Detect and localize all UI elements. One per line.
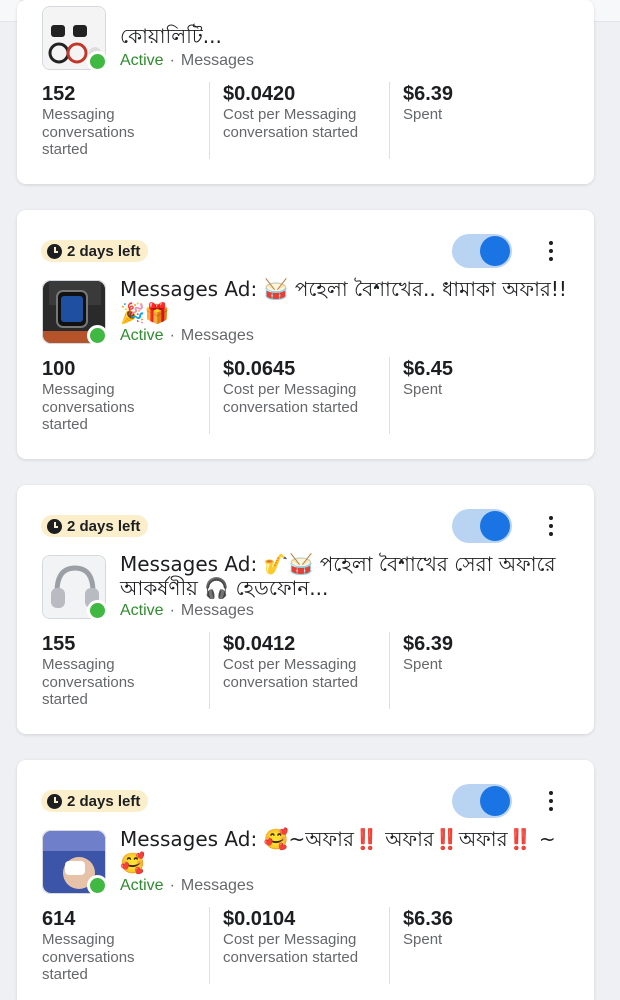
ad-toggle-switch[interactable] [452,234,512,268]
ad-type-label: Messages [180,327,254,344]
ad-status-line: Active · Messages [120,601,254,621]
active-dot-icon [87,600,108,621]
ad-thumbnail [42,830,108,896]
metric-label: Cost per Messaging conversation started [223,381,359,416]
metric-label: Cost per Messaging conversation started [223,931,359,966]
badge-label: 2 days left [67,792,141,810]
metric-value: $6.45 [403,358,454,380]
more-vertical-icon[interactable] [543,513,559,539]
clock-icon [47,243,62,259]
active-dot-icon [87,875,108,896]
metric-value: $0.0420 [223,83,296,105]
more-vertical-icon[interactable] [543,788,559,814]
metrics-row: 152 Messaging conversations started $0.0… [42,82,569,159]
metric-label: Cost per Messaging conversation started [223,656,359,691]
status-label: Active [120,877,164,894]
active-dot-icon [87,325,108,346]
metric-results: 100 Messaging conversations started [42,357,209,434]
more-vertical-icon[interactable] [543,238,559,264]
time-left-badge: 2 days left [41,240,149,262]
metric-label: Messaging conversations started [42,381,135,433]
metric-label: Messaging conversations started [42,656,135,708]
metric-value: $6.36 [403,908,454,930]
ad-type-label: Messages [180,52,254,69]
metric-cost-per-result: $0.0645 Cost per Messaging conversation … [209,357,389,434]
metrics-row: 155 Messaging conversations started $0.0… [42,632,569,709]
metric-label: Spent [403,931,443,948]
ad-thumbnail [42,555,108,621]
ad-type-label: Messages [180,602,254,619]
ad-title[interactable]: Messages Ad: 🥁 পহেলা বৈশাখের.. ধামাকা অফ… [120,277,570,325]
ad-card[interactable]: 2 days left Messages Ad: 🎷🥁 পহেলা বৈশাখে… [17,485,594,734]
metric-results: 155 Messaging conversations started [42,632,209,709]
ad-title[interactable]: Messages Ad: 🎷🥁 পহেলা বৈশাখের সেরা অফারে… [120,552,570,600]
metric-label: Cost per Messaging conversation started [223,106,359,141]
clock-icon [47,793,62,809]
metric-spent: $6.39 Spent [389,632,453,709]
metric-results: 152 Messaging conversations started [42,82,209,159]
metric-value: 614 [42,908,76,930]
ad-card[interactable]: 2 days left Messages Ad: 🥰~অফার‼️ অফার‼️… [17,760,594,1000]
time-left-badge: 2 days left [41,790,149,812]
metrics-row: 100 Messaging conversations started $0.0… [42,357,569,434]
time-left-badge: 2 days left [41,515,149,537]
metric-cost-per-result: $0.0412 Cost per Messaging conversation … [209,632,389,709]
metric-value: 155 [42,633,76,655]
metric-spent: $6.39 Spent [389,82,453,159]
metric-cost-per-result: $0.0104 Cost per Messaging conversation … [209,907,389,984]
metric-value: $6.39 [403,633,454,655]
toggle-knob [480,786,510,816]
metric-label: Spent [403,381,443,398]
separator-dot: · [169,52,175,69]
metric-spent: $6.36 Spent [389,907,453,984]
metric-label: Messaging conversations started [42,106,135,158]
clock-icon [47,518,62,534]
badge-label: 2 days left [67,242,141,260]
ad-title[interactable]: Messages Ad: 🥰~অফার‼️ অফার‼️অফার‼️ ~🥰 [120,827,570,875]
metric-spent: $6.45 Spent [389,357,453,434]
separator-dot: · [169,877,175,894]
ad-type-label: Messages [180,877,254,894]
metric-value: $6.39 [403,83,454,105]
status-label: Active [120,602,164,619]
status-label: Active [120,52,164,69]
metric-value: 152 [42,83,76,105]
status-label: Active [120,327,164,344]
ad-thumbnail [42,6,108,72]
metric-label: Spent [403,106,443,123]
toggle-knob [480,511,510,541]
metric-label: Messaging conversations started [42,931,135,983]
metrics-row: 614 Messaging conversations started $0.0… [42,907,569,984]
toggle-knob [480,236,510,266]
ad-card[interactable]: কোয়ালিটি... Active · Messages 152 Messagi… [17,0,594,184]
ad-status-line: Active · Messages [120,876,254,896]
metric-results: 614 Messaging conversations started [42,907,209,984]
active-dot-icon [87,51,108,72]
ad-status-line: Active · Messages [120,51,254,71]
separator-dot: · [169,327,175,344]
metric-cost-per-result: $0.0420 Cost per Messaging conversation … [209,82,389,159]
metric-label: Spent [403,656,443,673]
ad-status-line: Active · Messages [120,326,254,346]
ad-title[interactable]: কোয়ালিটি... [120,24,570,48]
ad-toggle-switch[interactable] [452,509,512,543]
ad-thumbnail [42,280,108,346]
metric-value: $0.0104 [223,908,296,930]
metric-value: $0.0412 [223,633,296,655]
ad-toggle-switch[interactable] [452,784,512,818]
badge-label: 2 days left [67,517,141,535]
ad-card[interactable]: 2 days left Messages Ad: 🥁 পহেলা বৈশাখের… [17,210,594,459]
separator-dot: · [169,602,175,619]
metric-value: 100 [42,358,76,380]
metric-value: $0.0645 [223,358,296,380]
